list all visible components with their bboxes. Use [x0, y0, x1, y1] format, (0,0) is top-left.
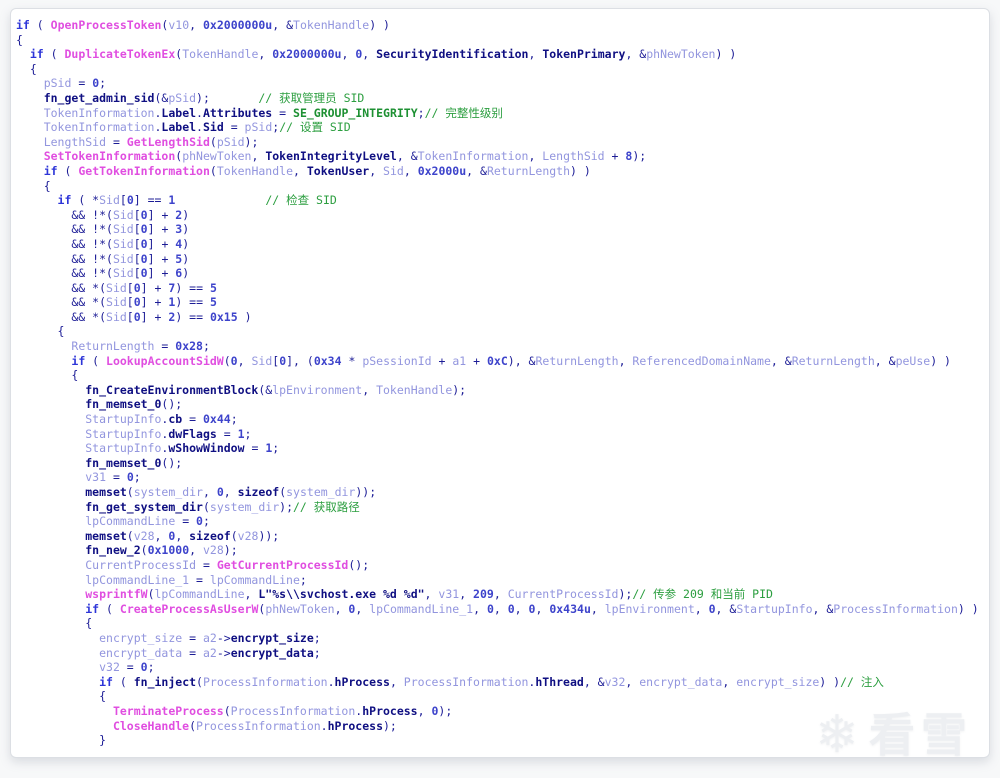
code-line: if ( DuplicateTokenEx(TokenHandle, 0x200… — [16, 47, 989, 62]
code-line: TokenInformation.Label.Attributes = SE_G… — [16, 106, 989, 121]
code-line: { — [16, 324, 989, 339]
code-line: { — [16, 179, 989, 194]
code-line: TerminateProcess(ProcessInformation.hPro… — [16, 704, 989, 719]
code-line: if ( fn_inject(ProcessInformation.hProce… — [16, 675, 989, 690]
code-line: && *(Sid[0] + 7) == 5 — [16, 281, 989, 296]
code-line: { — [16, 689, 989, 704]
code-line: v32 = 0; — [16, 660, 989, 675]
code-line: fn_get_admin_sid(&pSid); // 获取管理员 SID — [16, 91, 989, 106]
code-line: { — [16, 33, 989, 48]
code-line: if ( *Sid[0] == 1 // 检查 SID — [16, 193, 989, 208]
code-line: StartupInfo.dwFlags = 1; — [16, 427, 989, 442]
code-line: memset(v28, 0, sizeof(v28)); — [16, 529, 989, 544]
code-line: fn_new_2(0x1000, v28); — [16, 543, 989, 558]
code-line: encrypt_size = a2->encrypt_size; — [16, 631, 989, 646]
code-line: wsprintfW(lpCommandLine, L"%s\\svchost.e… — [16, 587, 989, 602]
code-line: if ( GetTokenInformation(TokenHandle, To… — [16, 164, 989, 179]
code-line: fn_get_system_dir(system_dir);// 获取路径 — [16, 500, 989, 515]
code-line: { — [16, 368, 989, 383]
code-line: fn_memset_0(); — [16, 456, 989, 471]
code-line: SetTokenInformation(phNewToken, TokenInt… — [16, 149, 989, 164]
code-line: pSid = 0; — [16, 76, 989, 91]
code-line: lpCommandLine = 0; — [16, 514, 989, 529]
code-line: && !*(Sid[0] + 4) — [16, 237, 989, 252]
code-line: encrypt_data = a2->encrypt_data; — [16, 646, 989, 661]
code-line: && *(Sid[0] + 2) == 0x15 ) — [16, 310, 989, 325]
code-line: } — [16, 733, 989, 748]
code-line: if ( OpenProcessToken(v10, 0x2000000u, &… — [16, 18, 989, 33]
code-line: { — [16, 62, 989, 77]
code-line: && !*(Sid[0] + 2) — [16, 208, 989, 223]
code-line: LengthSid = GetLengthSid(pSid); — [16, 135, 989, 150]
code-line: fn_memset_0(); — [16, 397, 989, 412]
code-line: CloseHandle(ProcessInformation.hProcess)… — [16, 719, 989, 734]
code-line: && !*(Sid[0] + 5) — [16, 252, 989, 267]
code-line: ReturnLength = 0x28; — [16, 339, 989, 354]
code-line: { — [16, 616, 989, 631]
code-line: if ( CreateProcessAsUserW(phNewToken, 0,… — [16, 602, 989, 617]
code-line: StartupInfo.cb = 0x44; — [16, 412, 989, 427]
code-line: CurrentProcessId = GetCurrentProcessId()… — [16, 558, 989, 573]
code-line: if ( LookupAccountSidW(0, Sid[0], (0x34 … — [16, 354, 989, 369]
code-line: fn_CreateEnvironmentBlock(&lpEnvironment… — [16, 383, 989, 398]
code-line: v31 = 0; — [16, 470, 989, 485]
code-line: lpCommandLine_1 = lpCommandLine; — [16, 573, 989, 588]
decompiler-code-panel[interactable]: if ( OpenProcessToken(v10, 0x2000000u, &… — [10, 8, 990, 758]
code-line: StartupInfo.wShowWindow = 1; — [16, 441, 989, 456]
code-line: TokenInformation.Label.Sid = pSid;// 设置 … — [16, 120, 989, 135]
code-line: memset(system_dir, 0, sizeof(system_dir)… — [16, 485, 989, 500]
code-line: && *(Sid[0] + 1) == 5 — [16, 295, 989, 310]
code-line: && !*(Sid[0] + 3) — [16, 222, 989, 237]
code-area[interactable]: if ( OpenProcessToken(v10, 0x2000000u, &… — [11, 9, 989, 748]
code-line: && !*(Sid[0] + 6) — [16, 266, 989, 281]
